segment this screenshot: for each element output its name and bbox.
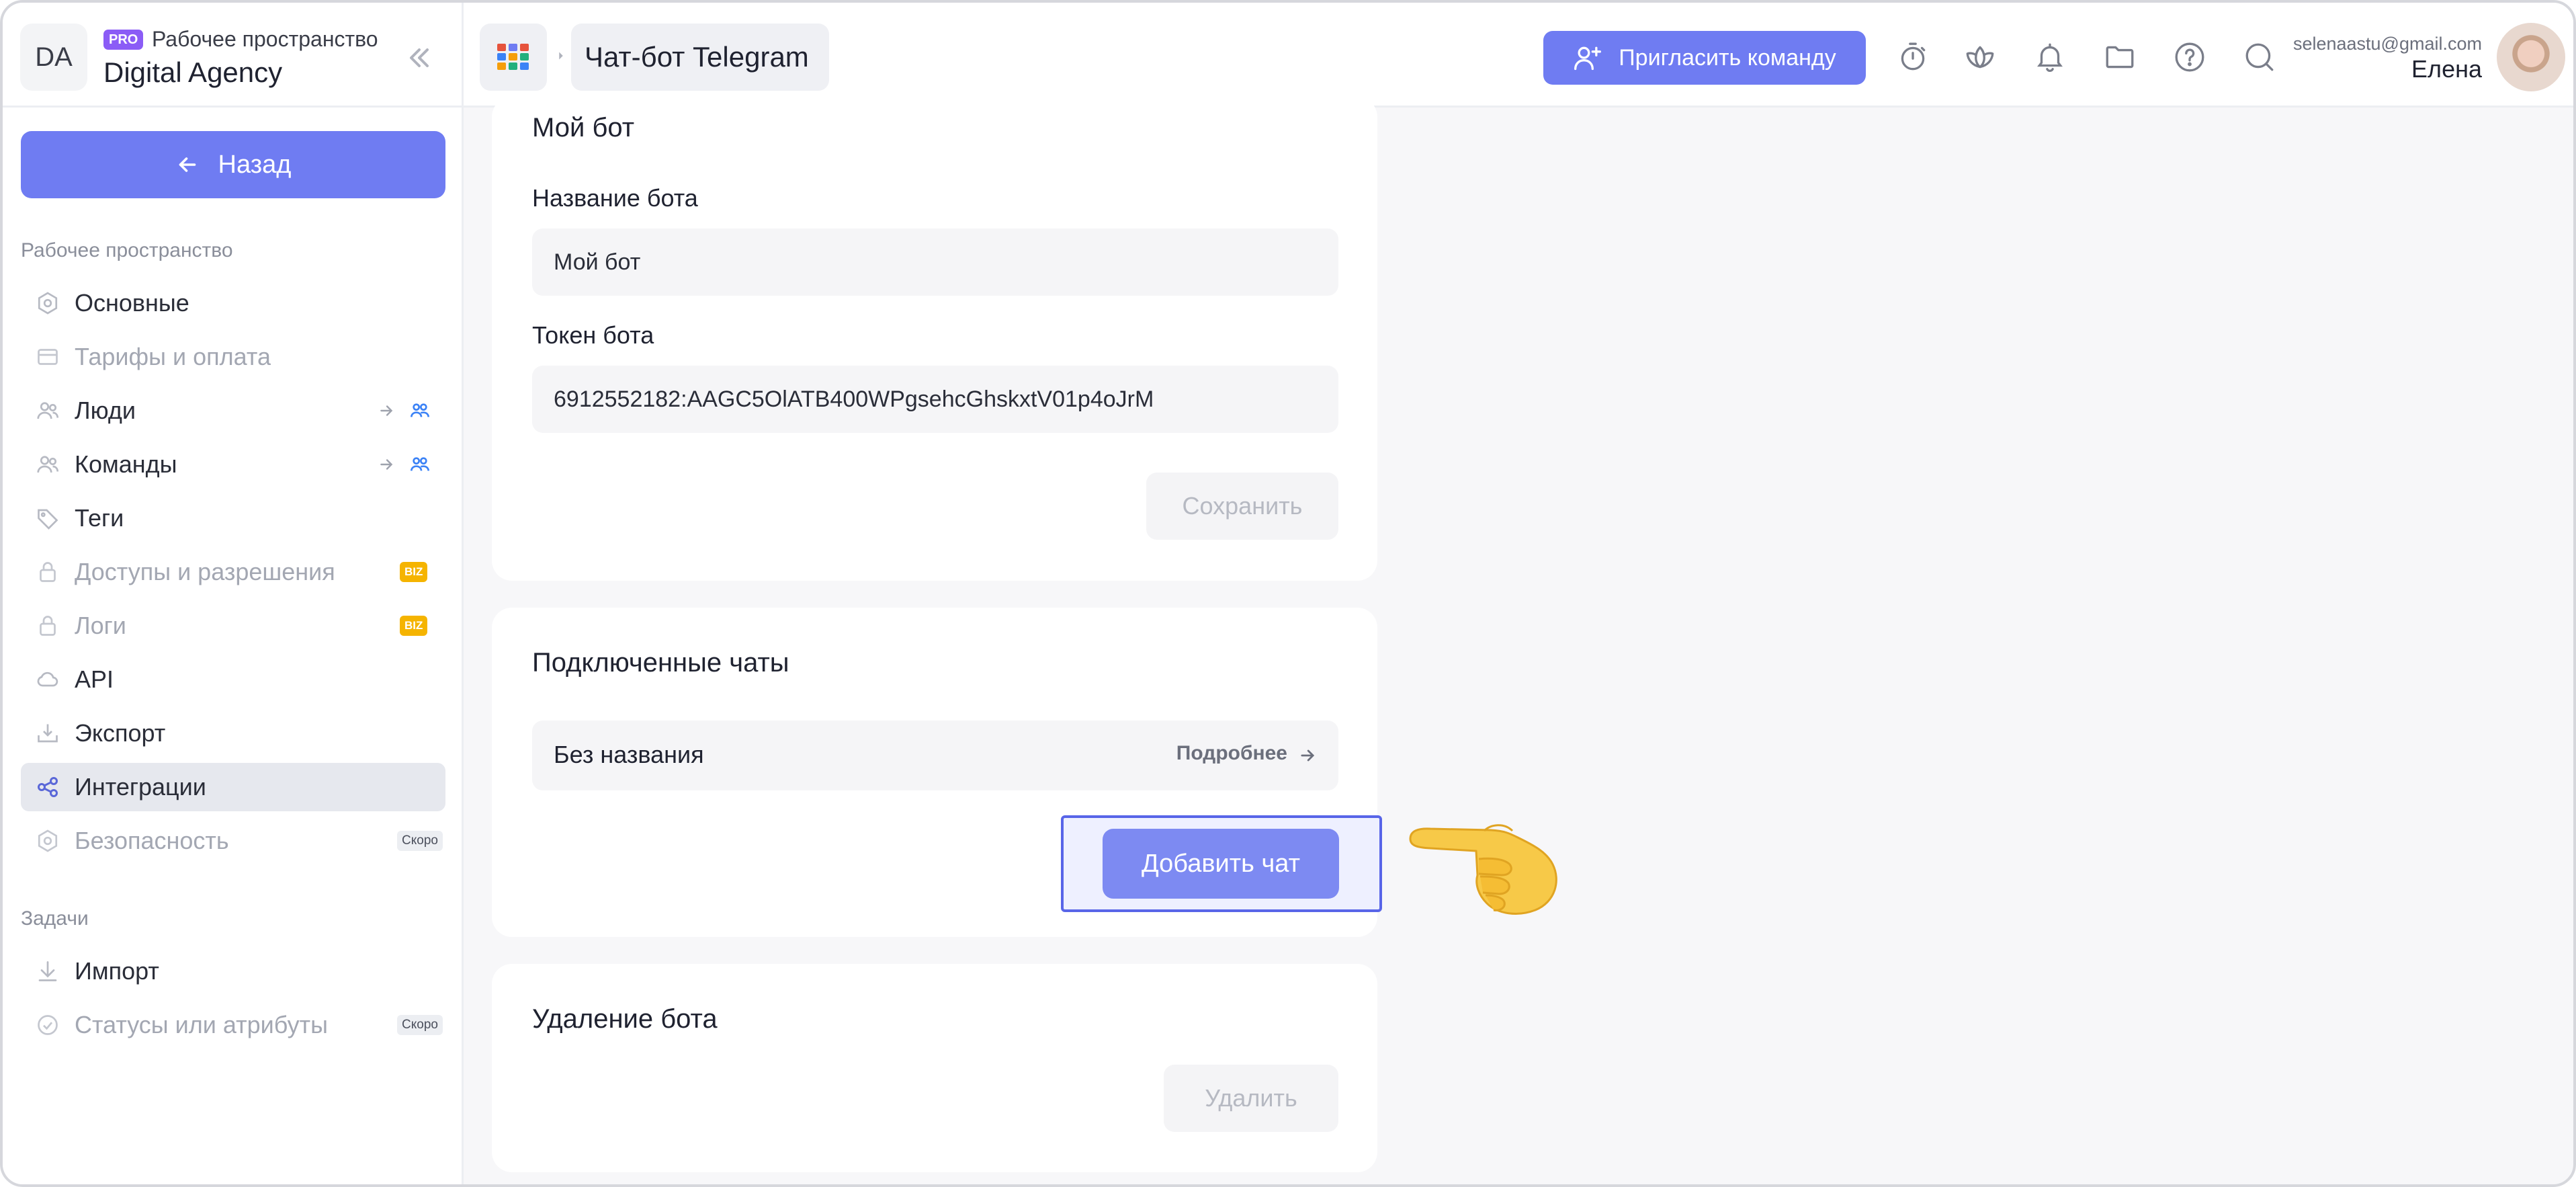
sidebar-item-label: Безопасность	[75, 827, 229, 854]
sidebar-item-label: Теги	[75, 504, 124, 532]
sidebar-item-label: Экспорт	[75, 719, 166, 747]
card-title: Мой бот	[532, 113, 635, 142]
workspace-avatar[interactable]: DA	[20, 24, 87, 91]
back-button[interactable]: Назад	[21, 131, 445, 198]
team-blue-icon	[411, 403, 429, 417]
breadcrumb[interactable]: Чат-бот Telegram	[571, 24, 829, 91]
workspace-header[interactable]: DA PRO Рабочее пространство Digital Agen…	[3, 3, 464, 108]
sidebar-item-tags[interactable]: Теги	[21, 494, 445, 542]
export-icon	[38, 724, 58, 743]
bot-name-label: Название бота	[532, 184, 698, 212]
sidebar-item-label: API	[75, 665, 114, 693]
back-button-label: Назад	[218, 150, 292, 179]
bot-name-field[interactable]: Мой бот	[532, 229, 1338, 296]
workspace-label: Рабочее пространство	[152, 27, 378, 51]
team-icon	[37, 456, 59, 473]
search-icon[interactable]	[2243, 40, 2276, 74]
add-chat-button[interactable]: Добавить чат	[1103, 829, 1339, 899]
timer-icon[interactable]	[1896, 40, 1930, 74]
sidebar-item-general[interactable]: Основные	[21, 279, 445, 327]
avatar[interactable]	[2497, 23, 2565, 91]
status-icon	[38, 1015, 58, 1035]
lock-icon	[40, 616, 56, 636]
pro-badge: PRO	[103, 30, 144, 50]
bot-settings-card: Мой бот Название бота Мой бот Токен бота…	[492, 97, 1377, 581]
tag-icon	[38, 509, 58, 530]
section-title-workspace: Рабочее пространство	[21, 239, 233, 261]
list-item[interactable]: Без названия Подробнее	[532, 721, 1338, 790]
sidebar-item-label: Основные	[75, 289, 189, 317]
folder-icon[interactable]	[2103, 40, 2137, 74]
user-email: selenaastu@gmail.com	[2292, 34, 2482, 54]
settings-icon	[38, 292, 58, 315]
workspace-name[interactable]: Digital Agency	[103, 56, 282, 89]
delete-bot-card: Удаление бота Удалить	[492, 964, 1377, 1172]
sidebar-item-permissions[interactable]: Доступы и разрешения BIZ	[21, 548, 445, 596]
people-icon	[37, 402, 59, 419]
sidebar: DA PRO Рабочее пространство Digital Agen…	[3, 3, 464, 1184]
sidebar-item-export[interactable]: Экспорт	[21, 709, 445, 758]
soon-badge: Скоро	[397, 831, 443, 851]
arrow-left-icon	[179, 157, 196, 172]
section-title-tasks: Задачи	[21, 907, 89, 930]
chat-name: Без названия	[554, 741, 704, 768]
sidebar-item-label: Импорт	[75, 957, 159, 985]
sidebar-item-logs[interactable]: Логи BIZ	[21, 602, 445, 650]
cloud-icon	[37, 671, 58, 687]
sidebar-item-teams[interactable]: Команды	[21, 440, 445, 489]
sidebar-item-label: Доступы и разрешения	[75, 558, 335, 585]
top-bar: Чат-бот Telegram Пригласить команду sele…	[464, 3, 2573, 108]
sidebar-item-label: Тарифы и оплата	[75, 343, 271, 370]
sidebar-item-label: Статусы или атрибуты	[75, 1011, 328, 1038]
bell-icon[interactable]	[2033, 40, 2067, 74]
lock-icon	[40, 562, 56, 582]
biz-badge: BIZ	[400, 616, 428, 636]
card-title: Удаление бота	[532, 1004, 718, 1034]
card-title: Подключенные чаты	[532, 648, 789, 678]
biz-badge: BIZ	[400, 562, 428, 582]
sidebar-item-import[interactable]: Импорт	[21, 947, 445, 995]
shield-icon	[38, 829, 58, 852]
invite-team-label: Пригласить команду	[1619, 44, 1836, 71]
card-icon	[38, 349, 58, 365]
lotus-icon[interactable]	[1963, 40, 1997, 74]
sidebar-item-label: Люди	[75, 397, 136, 424]
apps-button[interactable]	[480, 24, 547, 91]
user-name: Елена	[2411, 55, 2482, 83]
sidebar-item-label: Интеграции	[75, 773, 206, 801]
team-blue-icon	[411, 457, 429, 471]
apps-grid-icon	[497, 44, 529, 70]
save-button[interactable]: Сохранить	[1146, 473, 1338, 540]
bot-token-field[interactable]: 6912552182:AAGC5OlATB400WPgsehcGhskxtV01…	[532, 366, 1338, 433]
pointing-hand-icon	[1409, 824, 1557, 915]
collapse-sidebar-icon[interactable]	[403, 42, 435, 74]
sidebar-item-statuses[interactable]: Статусы или атрибуты Скоро	[21, 1001, 445, 1049]
add-user-icon	[1574, 46, 1602, 71]
app-window: DA PRO Рабочее пространство Digital Agen…	[0, 0, 2576, 1187]
soon-badge: Скоро	[397, 1015, 443, 1035]
integrations-icon	[38, 777, 58, 797]
bot-token-label: Токен бота	[532, 321, 654, 349]
invite-team-button[interactable]: Пригласить команду	[1543, 31, 1866, 85]
chevron-right-icon	[559, 52, 563, 60]
sidebar-item-integrations[interactable]: Интеграции	[21, 763, 445, 811]
sidebar-item-security[interactable]: Безопасность Скоро	[21, 817, 445, 865]
arrow-right-icon	[380, 405, 393, 416]
sidebar-item-people[interactable]: Люди	[21, 386, 445, 435]
arrow-right-icon	[380, 459, 393, 470]
details-link[interactable]: Подробнее	[1176, 742, 1287, 765]
sidebar-item-billing[interactable]: Тарифы и оплата	[21, 333, 445, 381]
delete-button[interactable]: Удалить	[1164, 1065, 1338, 1132]
sidebar-item-api[interactable]: API	[21, 655, 445, 704]
sidebar-item-label: Команды	[75, 450, 177, 478]
download-icon	[38, 961, 57, 981]
arrow-right-icon	[1301, 749, 1315, 762]
help-icon[interactable]	[2173, 40, 2206, 74]
sidebar-item-label: Логи	[75, 612, 126, 639]
